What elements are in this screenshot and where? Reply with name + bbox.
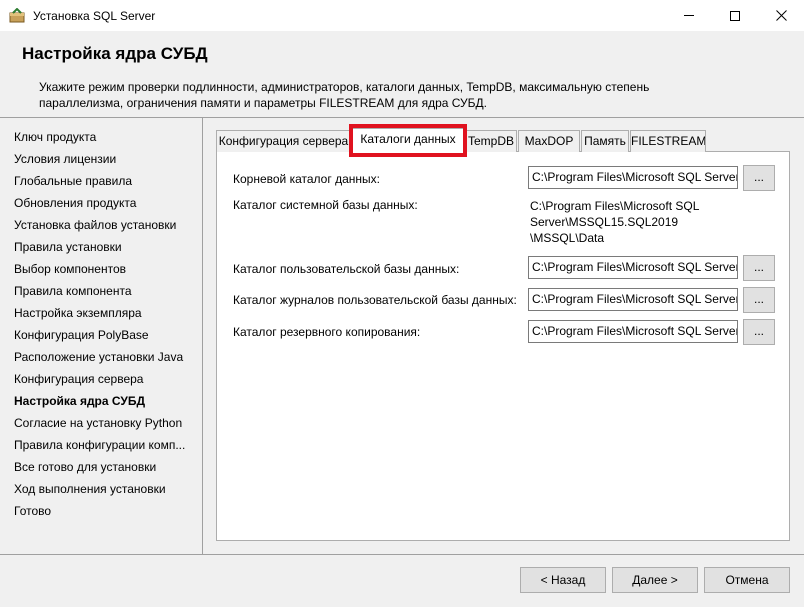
nav-item-product-updates[interactable]: Обновления продукта bbox=[14, 196, 136, 210]
backup-dir-browse-button[interactable]: ... bbox=[743, 319, 775, 345]
nav-item-feature-selection[interactable]: Выбор компонентов bbox=[14, 262, 126, 276]
nav-item-license-terms[interactable]: Условия лицензии bbox=[14, 152, 116, 166]
user-db-dir-label: Каталог пользовательской базы данных: bbox=[233, 262, 460, 276]
system-db-dir-line-3: \MSSQL\Data bbox=[530, 231, 605, 245]
maximize-icon bbox=[730, 10, 740, 21]
minimize-icon bbox=[684, 15, 694, 16]
nav-item-install-rules[interactable]: Правила установки bbox=[14, 240, 122, 254]
nav-item-server-config[interactable]: Конфигурация сервера bbox=[14, 372, 143, 386]
tab-filestream[interactable]: FILESTREAM bbox=[630, 130, 706, 152]
minimize-button[interactable] bbox=[666, 0, 712, 31]
nav-item-complete[interactable]: Готово bbox=[14, 504, 51, 518]
footer-divider bbox=[0, 554, 804, 555]
tab-memory[interactable]: Память bbox=[581, 130, 629, 152]
user-log-dir-input[interactable]: C:\Program Files\Microsoft SQL Server\ bbox=[528, 288, 738, 311]
nav-divider bbox=[202, 118, 203, 554]
close-icon bbox=[775, 10, 787, 21]
system-db-dir-value: C:\Program Files\Microsoft SQL Server\MS… bbox=[530, 198, 730, 246]
backup-dir-label: Каталог резервного копирования: bbox=[233, 325, 421, 339]
nav-item-product-key[interactable]: Ключ продукта bbox=[14, 130, 96, 144]
close-button[interactable] bbox=[758, 0, 804, 31]
cancel-button[interactable]: Отмена bbox=[704, 567, 790, 593]
nav-item-instance-config[interactable]: Настройка экземпляра bbox=[14, 306, 142, 320]
nav-item-java-location[interactable]: Расположение установки Java bbox=[14, 350, 183, 364]
page-description: Укажите режим проверки подлинности, адми… bbox=[39, 80, 650, 110]
selected-tab-highlight bbox=[349, 124, 467, 157]
nav-item-install-progress[interactable]: Ход выполнения установки bbox=[14, 482, 166, 496]
tab-tempdb[interactable]: TempDB bbox=[465, 130, 517, 152]
window-title: Установка SQL Server bbox=[33, 9, 156, 23]
nav-item-python-consent[interactable]: Согласие на установку Python bbox=[14, 416, 182, 430]
backup-dir-input[interactable]: C:\Program Files\Microsoft SQL Server\ bbox=[528, 320, 738, 343]
setup-steps-nav: Ключ продукта Условия лицензии Глобальны… bbox=[0, 118, 202, 554]
tab-maxdop[interactable]: MaxDOP bbox=[518, 130, 580, 152]
nav-item-feature-rules[interactable]: Правила компонента bbox=[14, 284, 132, 298]
system-db-dir-line-2: Server\MSSQL15.SQL2019 bbox=[530, 215, 679, 229]
user-log-dir-browse-button[interactable]: ... bbox=[743, 287, 775, 313]
next-button[interactable]: Далее > bbox=[612, 567, 698, 593]
page-title: Настройка ядра СУБД bbox=[22, 44, 208, 63]
user-db-dir-browse-button[interactable]: ... bbox=[743, 255, 775, 281]
system-db-dir-label: Каталог системной базы данных: bbox=[233, 198, 418, 212]
user-log-dir-label: Каталог журналов пользовательской базы д… bbox=[233, 293, 517, 307]
nav-item-polybase-config[interactable]: Конфигурация PolyBase bbox=[14, 328, 149, 342]
root-data-dir-input[interactable]: C:\Program Files\Microsoft SQL Server\ bbox=[528, 166, 738, 189]
nav-item-ready-to-install[interactable]: Все готово для установки bbox=[14, 460, 156, 474]
page-header: Настройка ядра СУБД Укажите режим провер… bbox=[0, 31, 804, 118]
root-data-dir-browse-button[interactable]: ... bbox=[743, 165, 775, 191]
nav-item-install-setup-files[interactable]: Установка файлов установки bbox=[14, 218, 176, 232]
system-db-dir-line-1: C:\Program Files\Microsoft SQL bbox=[530, 199, 700, 213]
tab-server-config[interactable]: Конфигурация сервера bbox=[216, 130, 351, 152]
nav-item-global-rules[interactable]: Глобальные правила bbox=[14, 174, 132, 188]
back-button[interactable]: < Назад bbox=[520, 567, 606, 593]
maximize-button[interactable] bbox=[712, 0, 758, 31]
title-bar: Установка SQL Server bbox=[0, 0, 804, 31]
nav-item-db-engine-config[interactable]: Настройка ядра СУБД bbox=[14, 394, 145, 408]
sql-setup-box-icon bbox=[9, 8, 25, 23]
root-data-dir-label: Корневой каталог данных: bbox=[233, 172, 380, 186]
user-db-dir-input[interactable]: C:\Program Files\Microsoft SQL Server\ bbox=[528, 256, 738, 279]
nav-item-feature-config-rules[interactable]: Правила конфигурации комп... bbox=[14, 438, 185, 452]
